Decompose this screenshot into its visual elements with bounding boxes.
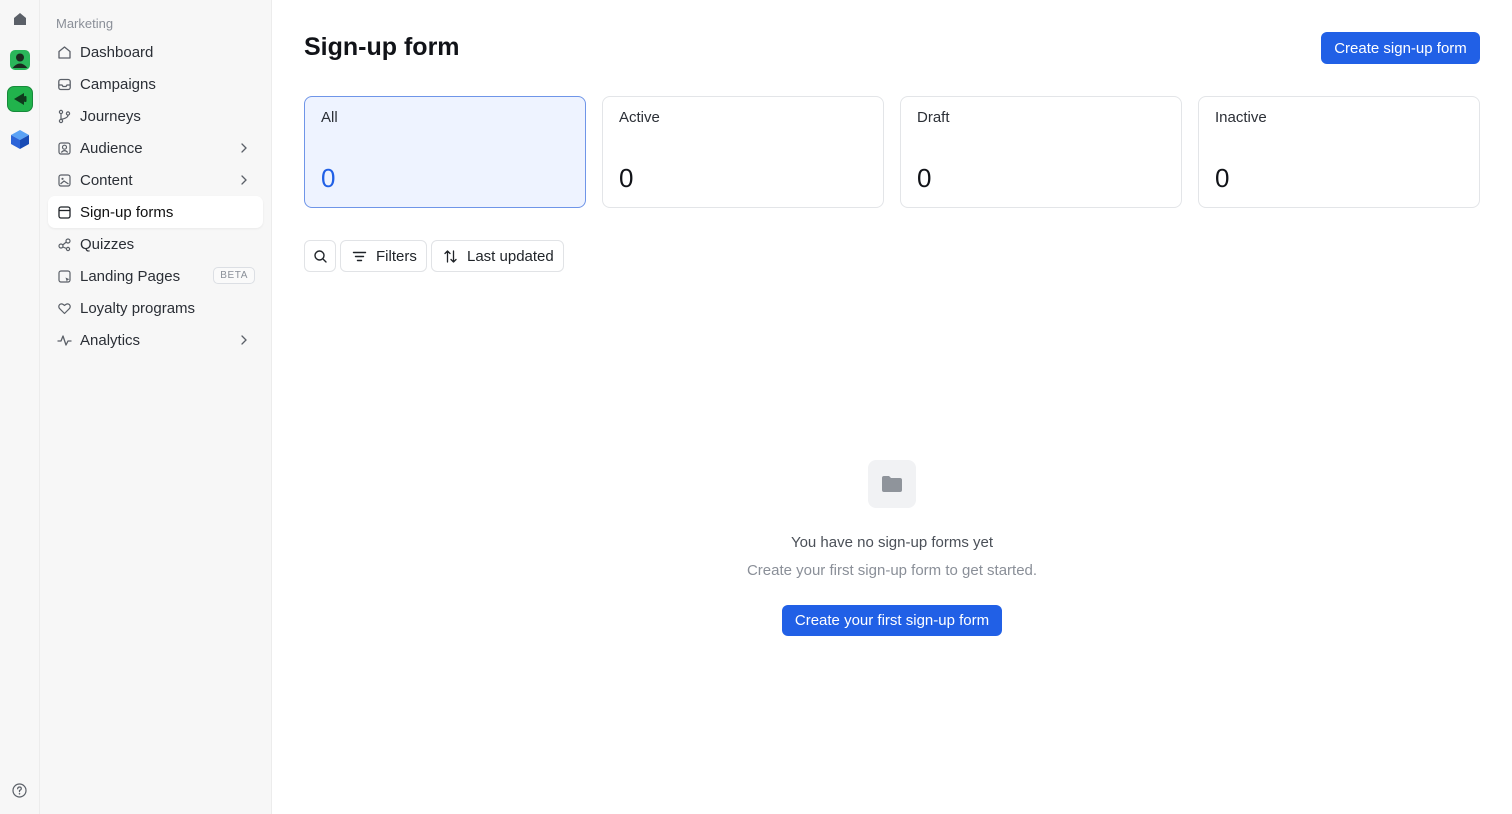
stat-label: Active bbox=[619, 109, 660, 126]
stat-value: 0 bbox=[321, 163, 336, 193]
empty-state-subtitle: Create your first sign-up form to get st… bbox=[746, 562, 1038, 579]
sidebar: Marketing Dashboard Campaigns Journeys A… bbox=[40, 0, 272, 814]
sidebar-item-label: Quizzes bbox=[80, 235, 135, 253]
sidebar-item-label: Analytics bbox=[80, 331, 141, 349]
search-icon bbox=[313, 249, 327, 263]
filters-label: Filters bbox=[376, 247, 417, 265]
sidebar-item-label: Audience bbox=[80, 139, 143, 157]
help-button[interactable] bbox=[12, 783, 27, 798]
sort-button[interactable]: Last updated bbox=[431, 240, 564, 272]
stat-label: Draft bbox=[917, 109, 950, 126]
stat-value: 0 bbox=[917, 163, 932, 193]
stat-card-draft[interactable]: Draft 0 bbox=[900, 96, 1182, 208]
house-icon bbox=[56, 44, 72, 60]
sidebar-section-label: Marketing bbox=[56, 16, 114, 31]
sidebar-item-content[interactable]: Content bbox=[48, 164, 263, 196]
sidebar-item-loyalty-programs[interactable]: Loyalty programs bbox=[48, 292, 263, 324]
inbox-icon bbox=[56, 76, 72, 92]
search-button[interactable] bbox=[304, 240, 336, 272]
sidebar-item-campaigns[interactable]: Campaigns bbox=[48, 68, 263, 100]
image-icon bbox=[56, 172, 72, 188]
sidebar-item-journeys[interactable]: Journeys bbox=[48, 100, 263, 132]
sidebar-item-dashboard[interactable]: Dashboard bbox=[48, 36, 263, 68]
stat-card-all[interactable]: All 0 bbox=[304, 96, 586, 208]
sidebar-item-quizzes[interactable]: Quizzes bbox=[48, 228, 263, 260]
users-icon bbox=[56, 140, 72, 156]
app-rail bbox=[0, 0, 40, 814]
sidebar-nav: Dashboard Campaigns Journeys Audience Co… bbox=[48, 36, 263, 356]
branch-icon bbox=[56, 108, 72, 124]
stat-value: 0 bbox=[619, 163, 634, 193]
page-title: Sign-up form bbox=[304, 33, 460, 61]
contacts-app-button[interactable] bbox=[7, 47, 33, 73]
filter-icon bbox=[352, 251, 367, 261]
chevron-right-icon bbox=[241, 335, 247, 345]
house-icon bbox=[14, 13, 26, 25]
help-icon bbox=[12, 783, 27, 798]
stat-value: 0 bbox=[1215, 163, 1230, 193]
marketing-app-button[interactable] bbox=[7, 86, 33, 112]
sidebar-item-label: Landing Pages bbox=[80, 267, 181, 285]
filters-button[interactable]: Filters bbox=[340, 240, 427, 272]
sidebar-item-label: Campaigns bbox=[80, 75, 156, 93]
create-sign-up-form-button[interactable]: Create sign-up form bbox=[1321, 32, 1480, 64]
empty-state-title: You have no sign-up forms yet bbox=[790, 534, 994, 551]
quiz-icon bbox=[56, 236, 72, 252]
sidebar-item-sign-up-forms[interactable]: Sign-up forms bbox=[48, 196, 263, 228]
heart-icon bbox=[56, 300, 72, 316]
stat-card-active[interactable]: Active 0 bbox=[602, 96, 884, 208]
folder-icon bbox=[882, 476, 902, 492]
chevron-right-icon bbox=[241, 143, 247, 153]
beta-badge: BETA bbox=[213, 267, 255, 284]
create-first-sign-up-form-button[interactable]: Create your first sign-up form bbox=[782, 605, 1002, 636]
stat-label: All bbox=[321, 109, 338, 126]
pulse-icon bbox=[56, 332, 72, 348]
form-icon bbox=[56, 204, 72, 220]
sidebar-item-label: Dashboard bbox=[80, 43, 154, 61]
sidebar-item-label: Content bbox=[80, 171, 133, 189]
sort-arrows-icon bbox=[444, 249, 457, 263]
sort-label: Last updated bbox=[467, 247, 554, 265]
megaphone-app-icon bbox=[14, 93, 27, 105]
stat-card-inactive[interactable]: Inactive 0 bbox=[1198, 96, 1480, 208]
home-app-button[interactable] bbox=[7, 6, 33, 32]
user-app-icon bbox=[10, 50, 30, 70]
cube-app-button[interactable] bbox=[7, 126, 33, 152]
sidebar-item-audience[interactable]: Audience bbox=[48, 132, 263, 164]
sidebar-item-landing-pages[interactable]: Landing Pages BETA bbox=[48, 260, 263, 292]
sidebar-item-label: Sign-up forms bbox=[80, 203, 174, 221]
cube-app-icon bbox=[11, 130, 29, 149]
empty-state-illustration bbox=[868, 460, 916, 508]
sidebar-item-analytics[interactable]: Analytics bbox=[48, 324, 263, 356]
stat-label: Inactive bbox=[1215, 109, 1267, 126]
page-icon bbox=[56, 268, 72, 284]
chevron-right-icon bbox=[241, 175, 247, 185]
sidebar-item-label: Journeys bbox=[80, 107, 141, 125]
sidebar-item-label: Loyalty programs bbox=[80, 299, 196, 317]
